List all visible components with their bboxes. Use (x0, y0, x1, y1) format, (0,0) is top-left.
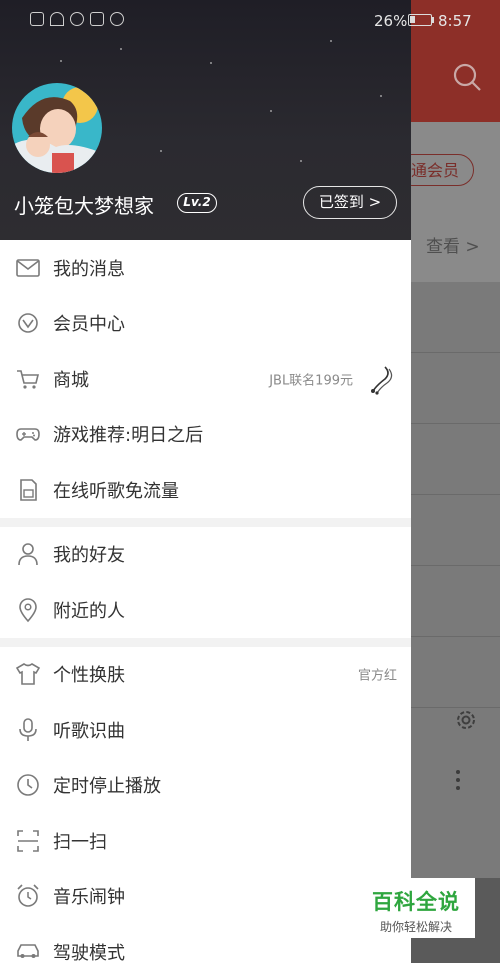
username[interactable]: 小笼包大梦想家 (14, 190, 154, 219)
menu-item-label: 听歌识曲 (53, 720, 125, 742)
background-list (411, 282, 500, 708)
menu-item-identify-song[interactable]: 听歌识曲 (0, 702, 411, 758)
menu-item-sleep-timer[interactable]: 定时停止播放 (0, 758, 411, 814)
list-item[interactable] (411, 282, 500, 353)
checkin-button[interactable]: 已签到 > (303, 186, 397, 219)
list-item[interactable] (411, 424, 500, 495)
menu-item-nearby[interactable]: 附近的人 (0, 582, 411, 638)
car-icon (17, 943, 39, 958)
menu-group-account: 我的消息 会员中心 商城 JBL联名199元 游戏推荐:明日之后 在线听歌免流量 (0, 240, 411, 518)
menu-item-label: 音乐闹钟 (53, 887, 125, 909)
alarm-clock-icon (17, 884, 39, 908)
menu-item-label: 游戏推荐:明日之后 (53, 425, 204, 447)
menu-item-label: 个性换肤 (53, 665, 125, 687)
location-pin-icon (19, 598, 37, 622)
menu-item-label: 我的消息 (53, 258, 125, 280)
theme-value: 官方红 (357, 668, 397, 684)
status-icons (30, 12, 124, 26)
menu-group-tools: 个性换肤 官方红 听歌识曲 定时停止播放 扫一扫 音乐闹钟 驾驶模式 (0, 647, 411, 963)
vip-icon (18, 313, 38, 334)
side-drawer: 小笼包大梦想家 Lv.2 已签到 > 我的消息 会员中心 商城 JBL联名199… (0, 0, 411, 963)
menu-item-drive-mode[interactable]: 驾驶模式 (0, 924, 411, 963)
watermark-logo: 百科全说 助你轻松解决 (357, 878, 475, 938)
battery-icon (408, 14, 432, 26)
menu-item-label: 驾驶模式 (53, 942, 125, 963)
cart-icon (17, 369, 40, 389)
battery-tip (432, 17, 434, 23)
mail-icon (16, 258, 40, 277)
divider (0, 517, 411, 527)
avatar[interactable] (12, 83, 102, 173)
view-link[interactable]: 查看 > (426, 232, 480, 257)
status-bar: 26% 8:57 (0, 0, 500, 42)
menu-item-messages[interactable]: 我的消息 (0, 240, 411, 296)
microphone-icon (19, 717, 37, 741)
battery-percentage: 26% (374, 12, 408, 30)
headphone-icon (70, 12, 84, 26)
menu-item-label: 我的好友 (53, 545, 125, 567)
menu-item-label: 定时停止播放 (53, 776, 161, 798)
menu-item-vip-center[interactable]: 会员中心 (0, 296, 411, 352)
watermark-title: 百科全说 (372, 890, 460, 914)
list-item[interactable] (411, 566, 500, 637)
list-item[interactable] (411, 637, 500, 708)
level-badge: Lv.2 (177, 193, 217, 213)
watermark-subtitle: 助你轻松解决 (379, 920, 452, 934)
notification-icon (30, 12, 44, 26)
menu-item-free-data[interactable]: 在线听歌免流量 (0, 462, 411, 518)
menu-item-label: 扫一扫 (53, 831, 107, 853)
menu-group-social: 我的好友 附近的人 (0, 527, 411, 638)
menu-item-scan[interactable]: 扫一扫 (0, 813, 411, 869)
store-promo-text: JBL联名199元 (269, 373, 353, 389)
person-icon (18, 543, 38, 566)
menu-item-label: 附近的人 (53, 600, 125, 622)
menu-item-label: 会员中心 (53, 314, 125, 336)
sim-card-icon (20, 478, 37, 501)
menu-item-theme[interactable]: 个性换肤 官方红 (0, 647, 411, 703)
drawer-menu: 我的消息 会员中心 商城 JBL联名199元 游戏推荐:明日之后 在线听歌免流量 (0, 240, 411, 963)
scan-icon (17, 829, 39, 852)
status-time: 8:57 (438, 12, 472, 30)
menu-item-label: 商城 (53, 369, 89, 391)
background-card (411, 122, 500, 282)
vibrate-icon (90, 12, 104, 26)
divider (0, 637, 411, 647)
menu-item-label: 在线听歌免流量 (53, 480, 179, 502)
more-icon[interactable] (456, 770, 462, 794)
gamepad-icon (16, 428, 40, 442)
search-icon[interactable] (452, 62, 482, 92)
list-item[interactable] (411, 495, 500, 566)
menu-item-game-recommend[interactable]: 游戏推荐:明日之后 (0, 407, 411, 463)
list-item[interactable] (411, 353, 500, 424)
earphone-thumbnail (371, 366, 393, 395)
tshirt-icon (15, 663, 41, 686)
wifi-icon (50, 12, 64, 26)
menu-item-friends[interactable]: 我的好友 (0, 527, 411, 583)
menu-item-music-alarm[interactable]: 音乐闹钟 (0, 869, 411, 925)
app-status-icon (110, 12, 124, 26)
gear-icon[interactable] (453, 707, 479, 733)
menu-item-store[interactable]: 商城 JBL联名199元 (0, 351, 411, 407)
clock-icon (17, 774, 39, 797)
